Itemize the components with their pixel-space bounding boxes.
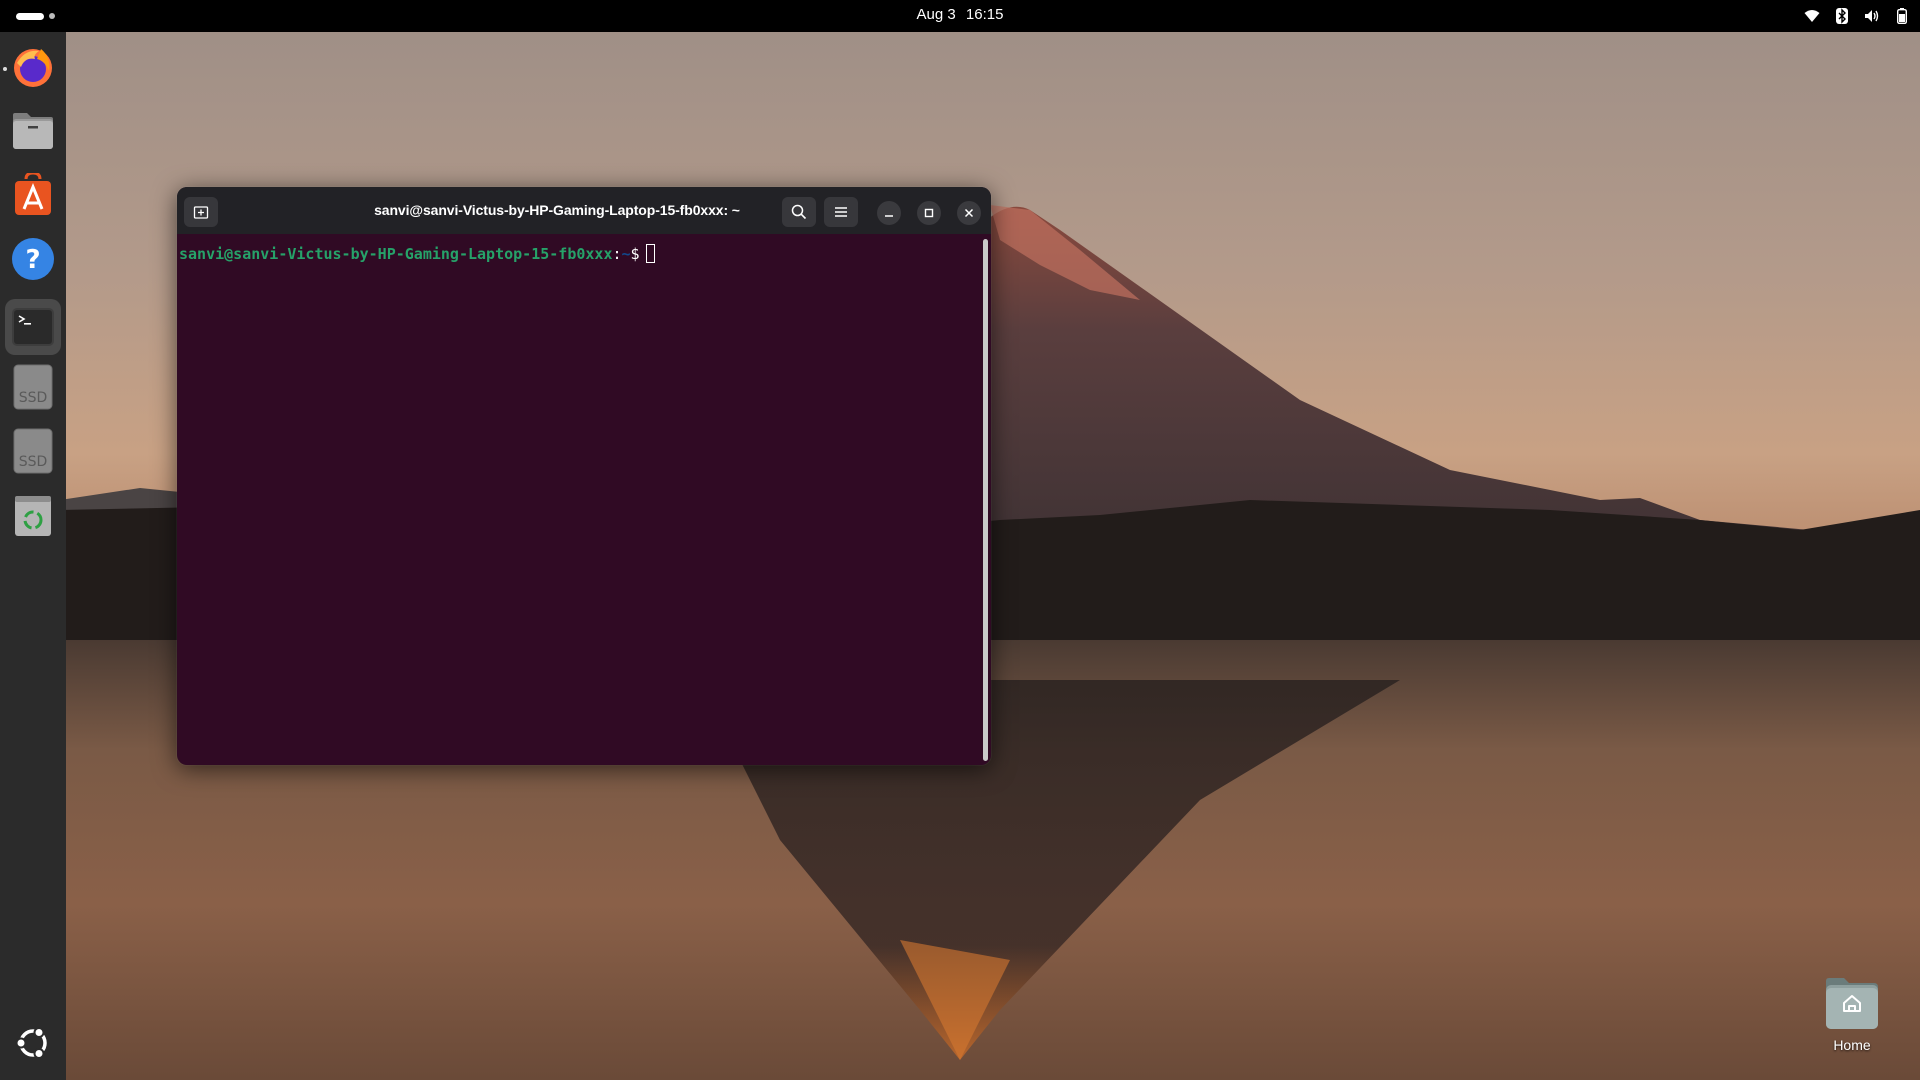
minimize-button[interactable] (877, 201, 901, 225)
ssd-label: SSD (19, 454, 48, 470)
prompt-symbol: $ (630, 245, 640, 263)
dock: ? SSD SSD (0, 32, 66, 1080)
app-center-icon (15, 173, 51, 215)
ssd-label: SSD (19, 390, 48, 406)
ubuntu-logo-icon (15, 1027, 47, 1059)
terminal-header-bar[interactable]: sanvi@sanvi-Victus-by-HP-Gaming-Laptop-1… (177, 187, 991, 234)
dock-item-terminal[interactable] (5, 299, 61, 355)
terminal-title: sanvi@sanvi-Victus-by-HP-Gaming-Laptop-1… (374, 202, 740, 218)
dock-item-app-center[interactable] (9, 171, 57, 219)
new-tab-icon (193, 206, 209, 219)
trash-icon (15, 496, 51, 536)
dock-item-trash[interactable] (9, 491, 57, 539)
terminal-output[interactable]: sanvi@sanvi-Victus-by-HP-Gaming-Laptop-1… (177, 234, 991, 765)
battery-icon (1894, 8, 1910, 24)
shell-prompt: sanvi@sanvi-Victus-by-HP-Gaming-Laptop-1… (179, 244, 655, 263)
ssd-icon: SSD (13, 364, 53, 410)
close-icon (964, 208, 974, 218)
dock-item-firefox[interactable] (9, 43, 57, 91)
maximize-button[interactable] (917, 201, 941, 225)
system-tray[interactable] (1804, 0, 1910, 32)
prompt-path: ~ (621, 245, 631, 263)
files-icon (13, 113, 53, 149)
dock-item-files[interactable] (9, 107, 57, 155)
terminal-window[interactable]: sanvi@sanvi-Victus-by-HP-Gaming-Laptop-1… (177, 187, 991, 765)
firefox-icon (14, 49, 52, 87)
clock-date: Aug 3 (916, 6, 956, 23)
dock-item-ssd-drive-1[interactable]: SSD (9, 363, 57, 411)
volume-icon (1864, 8, 1880, 24)
minimize-icon (885, 215, 893, 217)
menu-button[interactable] (824, 197, 858, 227)
wifi-icon (1804, 8, 1820, 24)
clock-time: 16:15 (965, 6, 1004, 23)
bluetooth-icon (1834, 8, 1850, 24)
new-tab-button[interactable] (184, 197, 218, 227)
terminal-icon (12, 308, 54, 346)
svg-text:?: ? (25, 245, 40, 275)
clock[interactable]: Aug 3 16:15 (0, 0, 1920, 32)
desktop-home-folder[interactable]: Home (1810, 975, 1894, 1055)
show-apps-button[interactable] (9, 1019, 57, 1067)
ssd-icon: SSD (13, 428, 53, 474)
maximize-icon (924, 208, 934, 218)
search-icon (791, 204, 807, 220)
prompt-user-host: sanvi@sanvi-Victus-by-HP-Gaming-Laptop-1… (179, 245, 613, 263)
help-icon: ? (12, 238, 54, 280)
home-folder-label: Home (1833, 1037, 1871, 1053)
dock-item-ssd-drive-2[interactable]: SSD (9, 427, 57, 475)
running-indicator (3, 67, 7, 71)
close-button[interactable] (957, 201, 981, 225)
terminal-scrollbar[interactable] (983, 239, 988, 761)
top-bar: Aug 3 16:15 (0, 0, 1920, 32)
home-folder-icon (1826, 978, 1878, 1029)
prompt-separator: : (612, 245, 622, 263)
hamburger-menu-icon (835, 207, 847, 217)
text-cursor (645, 244, 655, 263)
dock-item-help[interactable]: ? (9, 235, 57, 283)
search-button[interactable] (782, 197, 816, 227)
